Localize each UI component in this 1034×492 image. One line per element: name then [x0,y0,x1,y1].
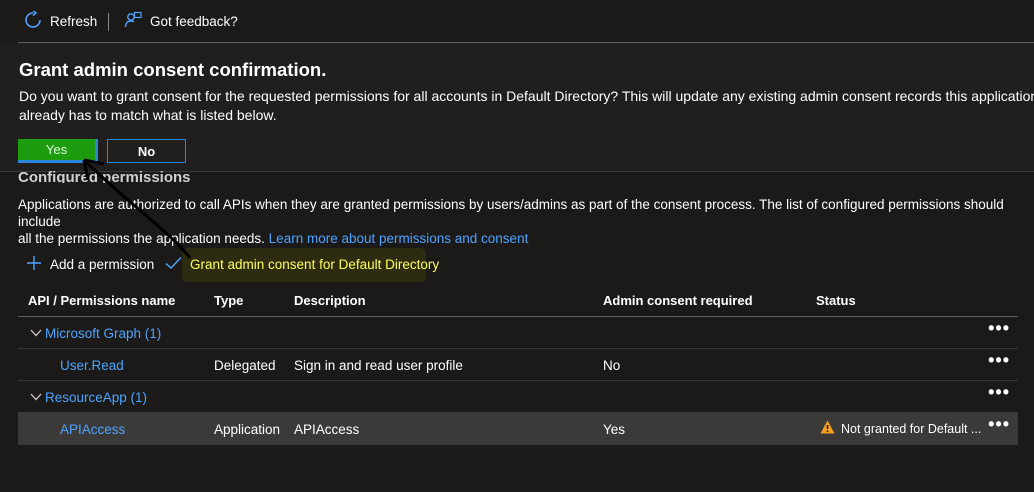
table-group-row[interactable]: ResourceApp (1) ••• [18,381,1018,413]
table-row[interactable]: APIAccess Application APIAccess Yes Not … [18,413,1018,445]
permissions-table-header: API / Permissions name Type Description … [18,286,1018,317]
dialog-title: Grant admin consent confirmation. [19,59,327,80]
yes-button[interactable]: Yes [18,139,98,163]
admin-consent-value: Yes [603,422,626,437]
col-header-admin-consent: Admin consent required [603,293,753,308]
group-name: Microsoft Graph (1) [45,326,162,341]
table-group-row[interactable]: Microsoft Graph (1) ••• [18,317,1018,349]
table-row[interactable]: User.Read Delegated Sign in and read use… [18,349,1018,381]
permission-type: Delegated [214,358,276,373]
consent-status: Not granted for Default ... [820,420,981,437]
description-line-2-text: all the permissions the application need… [18,231,265,246]
group-toggle[interactable]: ResourceApp (1) [30,390,147,405]
warning-icon [820,420,835,437]
more-actions-icon[interactable]: ••• [988,350,1010,371]
more-actions-icon[interactable]: ••• [988,382,1010,403]
description-line-2: all the permissions the application need… [18,230,1018,247]
permission-name-link[interactable]: User.Read [60,358,124,373]
col-header-api: API / Permissions name [28,293,176,308]
permissions-description: Applications are authorized to call APIs… [18,196,1018,247]
consent-confirmation-dialog: Grant admin consent confirmation. Do you… [0,43,1034,172]
permission-type: Application [214,422,281,437]
grant-admin-consent-button[interactable]: Grant admin consent for Default Director… [165,252,439,276]
col-header-description: Description [294,293,366,308]
plus-icon [26,255,42,274]
col-header-status: Status [816,293,856,308]
command-toolbar: Refresh Got feedback? [0,0,1034,42]
status-text: Not granted for Default ... [841,421,982,436]
admin-consent-value: No [603,358,621,373]
chevron-down-icon [30,390,42,405]
more-actions-icon[interactable]: ••• [988,414,1010,435]
permission-description: APIAccess [294,422,360,437]
toolbar-divider [108,13,109,31]
refresh-button[interactable]: Refresh [24,0,97,42]
add-permission-button[interactable]: Add a permission [26,252,154,276]
feedback-button[interactable]: Got feedback? [124,0,238,42]
learn-more-link[interactable]: Learn more about permissions and consent [269,231,529,246]
description-line-1: Applications are authorized to call APIs… [18,197,1004,229]
group-name: ResourceApp (1) [45,390,148,405]
chevron-down-icon [30,326,42,341]
no-button[interactable]: No [107,139,186,163]
permission-name-link[interactable]: APIAccess [60,422,125,437]
dialog-message: Do you want to grant consent for the req… [19,87,1034,125]
feedback-icon [124,11,142,32]
more-actions-icon[interactable]: ••• [988,318,1010,339]
feedback-label: Got feedback? [150,13,238,29]
dialog-message-line-1: Do you want to grant consent for the req… [19,88,1034,104]
refresh-label: Refresh [50,13,98,29]
add-permission-label: Add a permission [50,256,155,272]
section-heading: Configured permissions [18,171,191,183]
checkmark-icon [165,255,182,274]
col-header-type: Type [214,293,244,308]
grant-admin-consent-label: Grant admin consent for Default Director… [190,256,440,272]
permission-description: Sign in and read user profile [294,358,463,373]
refresh-icon [24,9,42,32]
dialog-message-line-2: already has to match what is listed belo… [19,107,277,123]
group-toggle[interactable]: Microsoft Graph (1) [30,326,161,341]
